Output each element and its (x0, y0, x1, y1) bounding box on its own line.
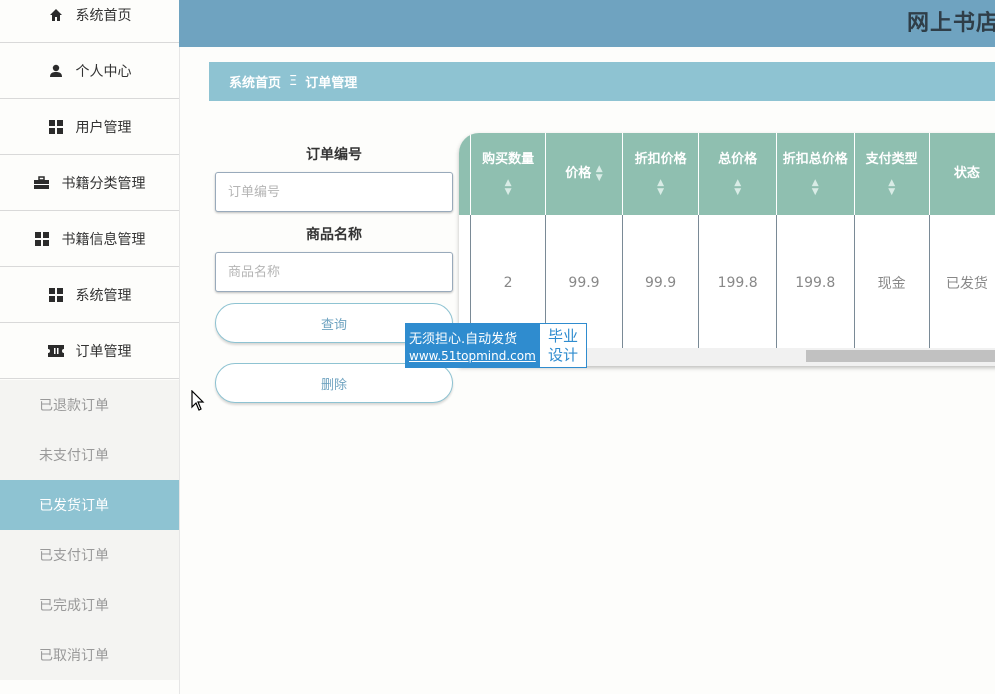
ticket-icon (47, 343, 64, 359)
sidebar-item-book-info[interactable]: 书籍信息管理 (0, 211, 179, 267)
submenu-refunded-orders[interactable]: 已退款订单 (0, 380, 179, 430)
sidebar-item-home[interactable]: 系统首页 (0, 0, 179, 43)
grid-icon (48, 287, 64, 303)
column-label: 折扣总价格 (782, 152, 848, 167)
sidebar-item-profile[interactable]: 个人中心 (0, 43, 179, 99)
cell-payment-type: 现金 (853, 215, 930, 351)
site-title: 网上书店 (906, 11, 995, 36)
column-label: 价格 (565, 166, 592, 181)
sidebar-item-label: 用户管理 (75, 119, 132, 136)
watermark-tag: 毕业 设计 (539, 323, 587, 368)
sidebar-item-label: 订单管理 (75, 343, 132, 360)
watermark-line1: 无须担心.自动发货 (409, 332, 518, 347)
grid-icon (34, 231, 50, 247)
watermark-text: 无须担心.自动发货 www.51topmind.com (405, 323, 539, 368)
column-header-discount-price[interactable]: 折扣价格 ▲ ▼ (621, 133, 699, 215)
breadcrumb-current: 订单管理 (305, 76, 358, 91)
submenu-label: 已取消订单 (39, 648, 109, 664)
cell-total-price: 199.8 (698, 215, 777, 351)
column-header-quantity[interactable]: 购买数量 ▲ ▼ (469, 133, 546, 215)
sidebar-item-users[interactable]: 用户管理 (0, 99, 179, 155)
submenu-label: 未支付订单 (39, 448, 109, 464)
watermark-tag1: 毕业 (547, 326, 578, 345)
cell-status: 已发货 (928, 215, 995, 351)
column-header-discount-total[interactable]: 折扣总价格 ▲ ▼ (775, 133, 855, 215)
sidebar-item-label: 书籍分类管理 (61, 175, 146, 192)
product-name-input[interactable] (215, 252, 453, 292)
delete-button[interactable]: 删除 (215, 363, 453, 403)
product-name-label: 商品名称 (306, 227, 362, 243)
top-header: 网上书店 (179, 0, 995, 47)
user-icon (48, 63, 64, 79)
order-no-label: 订单编号 (306, 147, 362, 163)
submenu-label: 已支付订单 (39, 548, 109, 564)
column-label: 支付类型 (865, 152, 918, 167)
submenu-label: 已退款订单 (39, 398, 109, 414)
sort-icon[interactable]: ▲ ▼ (734, 178, 741, 197)
sort-icon[interactable]: ▲ ▼ (888, 178, 895, 197)
watermark-tag2: 设计 (547, 345, 578, 364)
breadcrumb-home[interactable]: 系统首页 (229, 72, 281, 91)
watermark-url: www.51topmind.com (409, 349, 536, 363)
table-header-corner (459, 133, 470, 215)
briefcase-icon (34, 175, 50, 191)
submenu-unpaid-orders[interactable]: 未支付订单 (0, 430, 179, 480)
column-label: 购买数量 (482, 152, 535, 167)
sidebar-item-label: 个人中心 (75, 63, 132, 80)
breadcrumb-separator: Ξ (289, 74, 298, 89)
cell-discount-price: 99.9 (621, 215, 699, 351)
submenu-completed-orders[interactable]: 已完成订单 (0, 580, 179, 630)
order-no-input[interactable] (215, 172, 453, 212)
watermark-badge: 无须担心.自动发货 www.51topmind.com 毕业 设计 (405, 323, 587, 368)
submenu-label: 已发货订单 (39, 498, 109, 514)
sort-icon[interactable]: ▲ ▼ (812, 178, 819, 197)
sort-icon[interactable]: ▲ ▼ (596, 164, 603, 183)
scrollbar-thumb[interactable] (806, 350, 995, 362)
grid-icon (48, 119, 64, 135)
sidebar-item-book-category[interactable]: 书籍分类管理 (0, 155, 179, 211)
home-icon (48, 7, 64, 23)
column-header-payment-type[interactable]: 支付类型 ▲ ▼ (853, 133, 930, 215)
breadcrumb: 系统首页 Ξ 订单管理 (209, 62, 995, 101)
column-header-status[interactable]: 状态 (928, 133, 995, 215)
sort-icon[interactable]: ▲ ▼ (505, 178, 512, 197)
submenu-shipped-orders[interactable]: 已发货订单 (0, 480, 179, 530)
sidebar-item-orders[interactable]: 订单管理 (0, 323, 179, 379)
sidebar: 系统首页 个人中心 用户管理 书籍分类管理 书籍信息管理 系统管理 订单管理 已… (0, 0, 180, 694)
cell-discount-total: 199.8 (775, 215, 855, 351)
mouse-cursor-icon (191, 389, 205, 416)
sidebar-item-system[interactable]: 系统管理 (0, 267, 179, 323)
submenu-label: 已完成订单 (39, 598, 109, 614)
column-header-total-price[interactable]: 总价格 ▲ ▼ (698, 133, 777, 215)
sort-icon[interactable]: ▲ ▼ (657, 178, 664, 197)
table-header-row: 购买数量 ▲ ▼ 价格 ▲ ▼ 折扣价格 ▲ ▼ 总价格 ▲ ▼ 折扣总价格 ▲ ▼ 支付类型 ▲… (469, 133, 995, 215)
sidebar-item-label: 系统管理 (75, 287, 132, 304)
column-label: 状态 (953, 166, 980, 181)
sidebar-item-label: 书籍信息管理 (61, 231, 146, 248)
sidebar-item-label: 系统首页 (75, 7, 132, 24)
submenu-paid-orders[interactable]: 已支付订单 (0, 530, 179, 580)
column-label: 总价格 (718, 152, 758, 167)
column-label: 折扣价格 (634, 152, 687, 167)
submenu-cancelled-orders[interactable]: 已取消订单 (0, 630, 179, 680)
column-header-price[interactable]: 价格 ▲ ▼ (545, 133, 623, 215)
